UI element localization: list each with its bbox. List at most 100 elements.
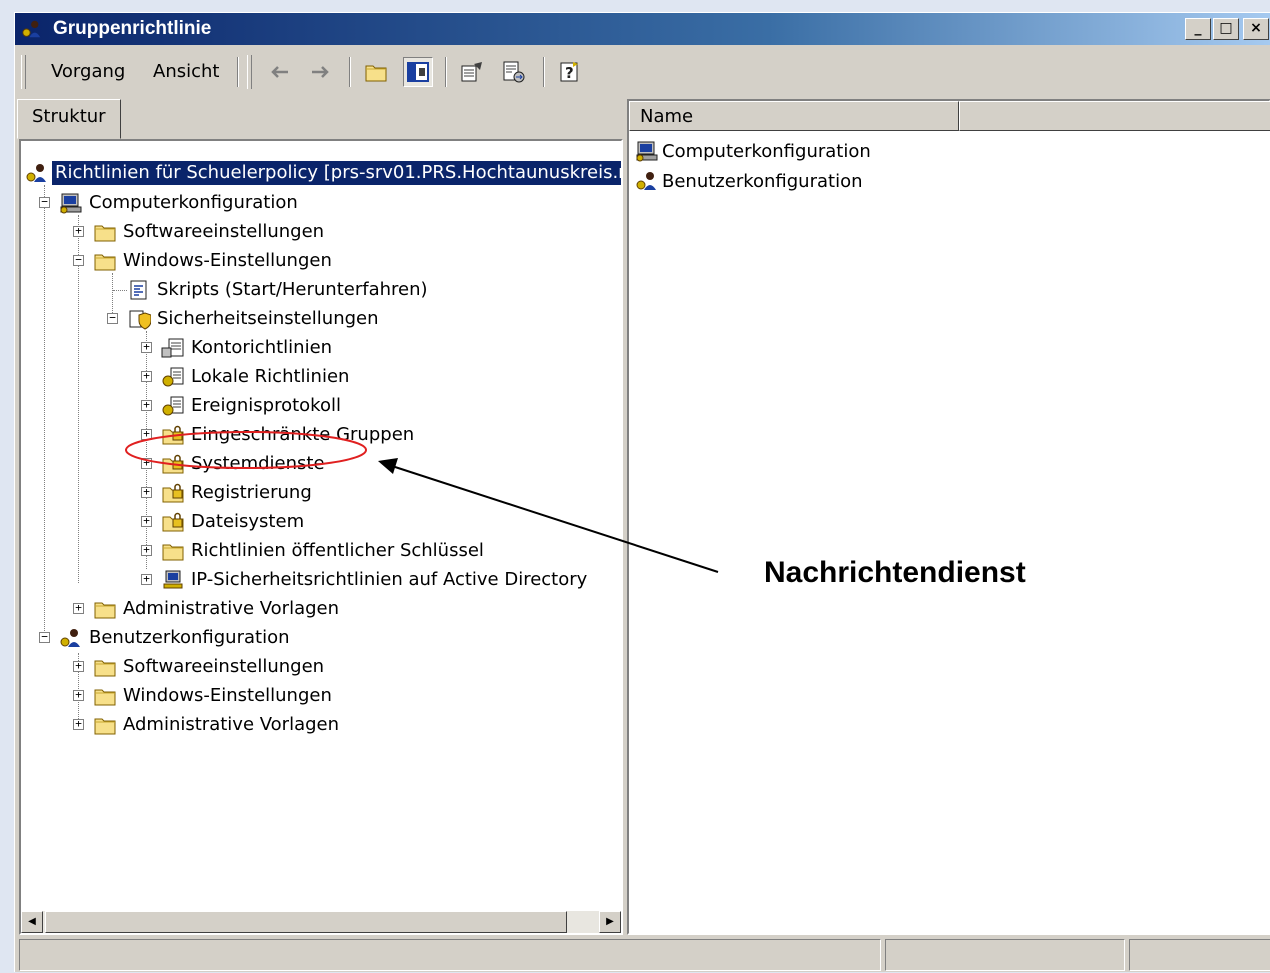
expand-toggle[interactable]: +: [73, 225, 84, 237]
tab-struktur[interactable]: Struktur: [17, 99, 121, 139]
expand-toggle[interactable]: +: [141, 399, 152, 411]
tree-node-sicherheitseinstellungen[interactable]: Sicherheitseinstellungen: [127, 305, 382, 333]
close-button[interactable]: ×: [1243, 18, 1269, 40]
tree-node-dateisystem[interactable]: Dateisystem: [161, 508, 307, 536]
tree-node-lokale-richtlinien[interactable]: Lokale Richtlinien: [161, 363, 352, 391]
export-list-icon[interactable]: [499, 57, 529, 87]
tree-node-registrierung[interactable]: Registrierung: [161, 479, 315, 507]
expand-toggle[interactable]: +: [141, 486, 152, 498]
app-window: Gruppenrichtlinie _ □ × Vorgang Ansicht: [14, 12, 1270, 972]
status-bar: [15, 937, 1270, 973]
show-tree-icon[interactable]: [403, 57, 433, 87]
up-folder-icon[interactable]: [361, 57, 391, 87]
lock-folder-icon: [161, 452, 185, 476]
folder-icon: [93, 655, 117, 679]
tree-label: Computerkonfiguration: [89, 192, 298, 213]
folder-icon: [93, 249, 117, 273]
security-shield-icon: [127, 307, 151, 331]
tree-label: Richtlinien öffentlicher Schlüssel: [191, 540, 484, 561]
tree-pane[interactable]: Richtlinien für Schuelerpolicy [prs-srv0…: [19, 139, 623, 935]
tree-node-systemdienste[interactable]: Systemdienste: [161, 450, 328, 478]
expand-toggle[interactable]: +: [141, 457, 152, 469]
tree-label: Softwareeinstellungen: [123, 221, 325, 242]
window-title: Gruppenrichtlinie: [53, 18, 212, 39]
tree-label: Eingeschränkte Gruppen: [191, 424, 415, 445]
tree-node-windows-einstellungen[interactable]: Windows-Einstellungen: [93, 247, 335, 275]
tree-label: Registrierung: [191, 482, 312, 503]
expand-toggle[interactable]: +: [141, 341, 152, 353]
expand-toggle[interactable]: +: [141, 515, 152, 527]
policy-icon: [161, 365, 185, 389]
properties-icon[interactable]: [457, 57, 487, 87]
status-panel: [19, 939, 881, 971]
scrollbar-thumb[interactable]: [45, 911, 567, 933]
list-item-label: Computerkonfiguration: [662, 140, 871, 162]
column-header-name[interactable]: Name: [629, 101, 959, 131]
column-header-row: Name: [629, 101, 1270, 131]
group-policy-icon: [25, 161, 49, 185]
tree-node-benutzerkonfiguration[interactable]: Benutzerkonfiguration: [59, 624, 293, 652]
details-list[interactable]: Name Computerkonfiguration Benutzerkonfi…: [627, 99, 1270, 935]
tree-label: Systemdienste: [191, 453, 325, 474]
status-panel: [1129, 939, 1270, 971]
column-header-empty[interactable]: [959, 101, 1270, 131]
expand-toggle[interactable]: +: [141, 573, 152, 585]
toolbar-separator: [543, 57, 545, 87]
tree-node-skripts[interactable]: Skripts (Start/Herunterfahren): [127, 276, 431, 304]
tree-node-user-softwareeinstellungen[interactable]: Softwareeinstellungen: [93, 653, 327, 681]
list-item[interactable]: Computerkonfiguration: [635, 137, 871, 165]
tree-node-user-administrative-vorlagen[interactable]: Administrative Vorlagen: [93, 711, 342, 739]
tree-node-softwareeinstellungen[interactable]: Softwareeinstellungen: [93, 218, 327, 246]
ip-security-icon: [161, 568, 185, 592]
menu-ansicht[interactable]: Ansicht: [153, 61, 219, 82]
collapse-toggle[interactable]: −: [107, 312, 118, 324]
tree-connector: [112, 273, 113, 313]
collapse-toggle[interactable]: −: [39, 196, 50, 208]
policy-icon: [161, 394, 185, 418]
tree-node-ip-security[interactable]: IP-Sicherheitsrichtlinien auf Active Dir…: [161, 566, 590, 594]
tree-node-administrative-vorlagen[interactable]: Administrative Vorlagen: [93, 595, 342, 623]
tree-label: Ereignisprotokoll: [191, 395, 341, 416]
tree-label: Sicherheitseinstellungen: [157, 308, 379, 329]
tree-label: Richtlinien für Schuelerpolicy [prs-srv0…: [52, 161, 621, 185]
svg-text:?: ?: [565, 64, 574, 82]
collapse-toggle[interactable]: −: [73, 254, 84, 266]
minimize-button[interactable]: _: [1185, 18, 1211, 40]
toolbar-grip[interactable]: [247, 55, 252, 89]
tree-node-kontorichtlinien[interactable]: Kontorichtlinien: [161, 334, 335, 362]
tree-connector: [44, 185, 45, 641]
tree-label: Softwareeinstellungen: [123, 656, 325, 677]
computer-config-icon: [59, 191, 83, 215]
tree-node-computerkonfiguration[interactable]: Computerkonfiguration: [59, 189, 301, 217]
expand-toggle[interactable]: +: [73, 660, 84, 672]
expand-toggle[interactable]: +: [73, 689, 84, 701]
maximize-button[interactable]: □: [1213, 18, 1239, 40]
expand-toggle[interactable]: +: [73, 602, 84, 614]
collapse-toggle[interactable]: −: [39, 631, 50, 643]
tree-node-ereignisprotokoll[interactable]: Ereignisprotokoll: [161, 392, 344, 420]
expand-toggle[interactable]: +: [141, 428, 152, 440]
tree-node-public-key-policies[interactable]: Richtlinien öffentlicher Schlüssel: [161, 537, 487, 565]
menu-vorgang[interactable]: Vorgang: [51, 61, 125, 82]
tree-label: Skripts (Start/Herunterfahren): [157, 279, 428, 300]
tree-label: Lokale Richtlinien: [191, 366, 350, 387]
help-icon[interactable]: ?: [555, 57, 585, 87]
tree-node-eingeschraenkte-gruppen[interactable]: Eingeschränkte Gruppen: [161, 421, 417, 449]
expand-toggle[interactable]: +: [141, 370, 152, 382]
toolbar: Vorgang Ansicht ?: [15, 47, 1270, 97]
tree-label: Benutzerkonfiguration: [89, 627, 290, 648]
scroll-left-button[interactable]: ◀: [21, 911, 43, 933]
script-icon: [127, 278, 151, 302]
expand-toggle[interactable]: +: [73, 718, 84, 730]
scroll-right-button[interactable]: ▶: [599, 911, 621, 933]
horizontal-scrollbar[interactable]: ◀ ▶: [21, 911, 621, 933]
forward-arrow-icon[interactable]: [305, 57, 335, 87]
toolbar-separator: [237, 57, 239, 87]
back-arrow-icon[interactable]: [265, 57, 295, 87]
tree-node-user-windows-einstellungen[interactable]: Windows-Einstellungen: [93, 682, 335, 710]
folder-icon: [93, 684, 117, 708]
expand-toggle[interactable]: +: [141, 544, 152, 556]
list-item[interactable]: Benutzerkonfiguration: [635, 167, 863, 195]
tree-node-root[interactable]: Richtlinien für Schuelerpolicy [prs-srv0…: [25, 159, 621, 187]
toolbar-grip[interactable]: [21, 55, 26, 89]
